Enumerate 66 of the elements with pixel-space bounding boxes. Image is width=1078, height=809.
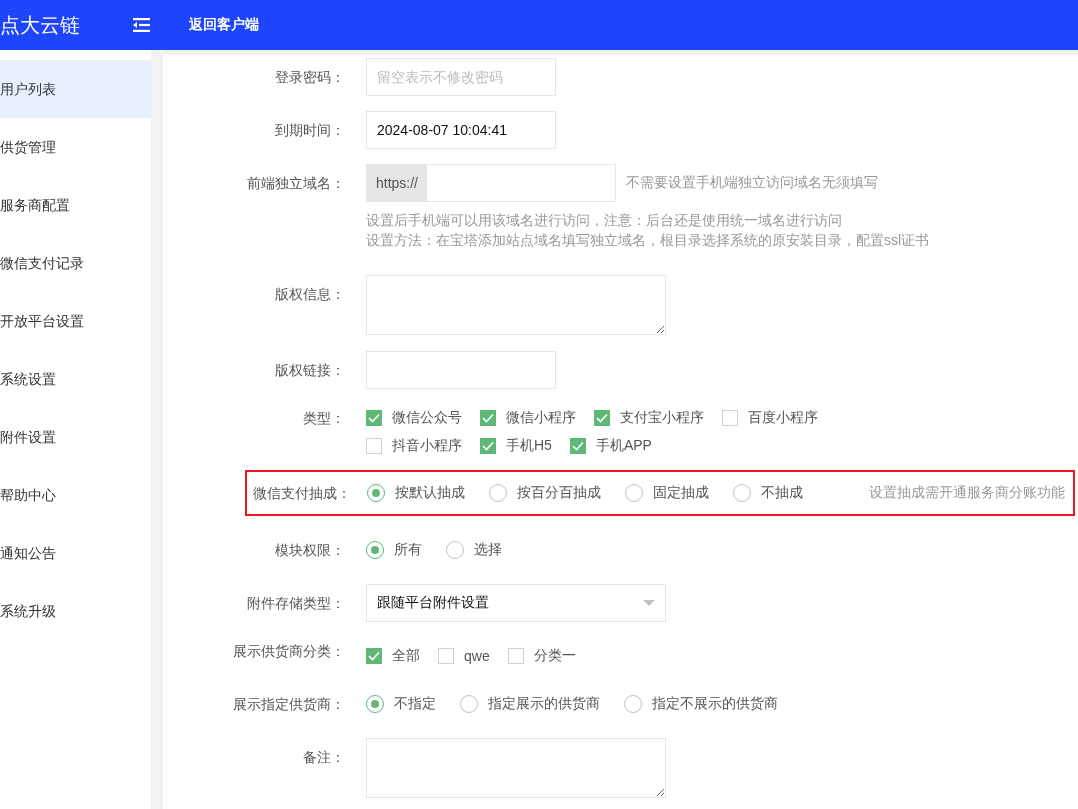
field-label: 展示供货商分类： [232,642,345,661]
logo-text: 点大云链 [0,12,81,38]
help-text: 设置方法：在宝塔添加站点域名填写独立域名，根目录选择系统的原安装目录，配置ssl证书 [366,231,931,250]
dropdown-caret-icon [643,600,655,606]
sidebar-item[interactable]: 附件设置 [0,408,151,466]
checked-checkbox[interactable] [366,410,382,426]
option-label: 支付宝小程序 [620,409,704,427]
dropdown[interactable]: 跟随平台附件设置 [366,584,666,622]
option-label: 分类一 [533,647,576,665]
text-field[interactable]: 留空表示不修改密码 [366,58,556,96]
sidebar-item[interactable]: 服务商配置 [0,176,151,234]
checkbox[interactable] [366,438,382,454]
option-label: 不指定 [394,695,436,713]
checkbox[interactable] [507,648,524,664]
field-label: 前端独立域名： [246,174,345,193]
option-label: 手机APP [595,437,652,455]
option-label: 指定不展示的供货商 [652,695,778,713]
menu-collapse-icon[interactable] [133,18,150,32]
sidebar-item[interactable]: 帮助中心 [0,466,151,524]
text-area[interactable] [366,738,666,798]
option-label: 全部 [392,647,420,665]
field-label: 登录密码： [274,68,345,87]
checkbox[interactable] [722,410,738,426]
sidebar-item[interactable]: 用户列表 [0,60,151,118]
checkbox[interactable] [438,648,454,664]
sidebar-item[interactable]: 系统升级 [0,582,151,640]
text-field[interactable]: 2024-08-07 10:04:41 [366,111,556,149]
option-label: 微信小程序 [506,409,576,427]
help-text: 不需要设置手机端独立访问域名无须填写 [626,174,878,192]
option-label: 固定抽成 [653,484,709,502]
sidebar-item[interactable]: 开放平台设置 [0,292,151,350]
field-label: 微信支付抽成： [252,484,351,503]
option-label: 手机H5 [506,437,552,455]
option-label: 所有 [394,541,422,559]
option-label: qwe [464,648,490,664]
option-label: 指定展示的供货商 [488,695,600,713]
sidebar-item[interactable]: 通知公告 [0,524,151,582]
field-label: 模块权限： [274,541,345,560]
help-text: 设置后手机端可以用该域名进行访问，注意：后台还是使用统一域名进行访问 [366,211,843,230]
text-field[interactable] [366,351,556,389]
option-label: 按百分百抽成 [517,484,601,502]
option-label: 选择 [474,541,502,559]
field-label: 到期时间： [274,121,345,140]
help-text: 设置抽成需开通服务商分账功能 [869,484,1065,502]
checked-checkbox[interactable] [366,648,382,664]
checked-checkbox[interactable] [480,438,496,454]
sidebar-item[interactable]: 系统设置 [0,350,151,408]
option-label: 不抽成 [761,484,803,502]
back-to-client-link[interactable]: 返回客户端 [189,16,259,34]
field-label: 展示指定供货商： [232,695,345,714]
sidebar-item[interactable]: 供货管理 [0,118,151,176]
checked-checkbox[interactable] [569,438,586,454]
url-field[interactable]: https:// [366,164,616,202]
checked-checkbox[interactable] [480,410,496,426]
field-label: 附件存储类型： [246,594,345,613]
checked-checkbox[interactable] [594,410,610,426]
option-label: 微信公众号 [392,409,462,427]
field-label: 版权信息： [274,285,345,304]
field-label: 类型： [302,409,345,428]
text-area[interactable] [366,275,666,335]
option-label: 百度小程序 [748,409,818,427]
option-label: 抖音小程序 [392,437,462,455]
option-label: 按默认抽成 [395,484,465,502]
field-label: 备注： [302,748,345,767]
field-label: 版权链接： [274,361,345,380]
sidebar-item[interactable]: 微信支付记录 [0,234,151,292]
